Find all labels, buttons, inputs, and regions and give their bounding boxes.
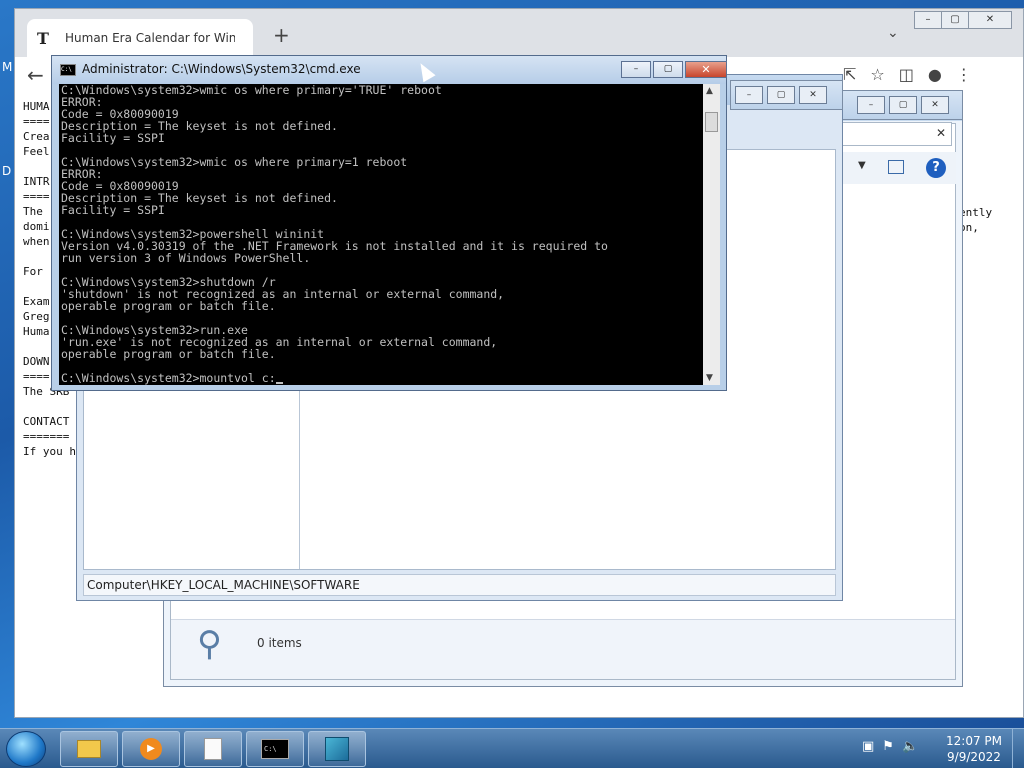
cmd-console[interactable]: C:\Windows\system32>wmic os where primar… [59,84,703,385]
maximize-button[interactable]: ▢ [889,96,917,114]
cmd-output: C:\Windows\system32>wmic os where primar… [59,84,703,384]
start-button[interactable] [6,731,46,767]
maximize-button[interactable]: ▢ [653,61,683,78]
minimize-button[interactable]: – [735,86,763,104]
taskbar-registry-editor[interactable] [308,731,366,767]
close-search-icon[interactable]: ✕ [936,126,946,140]
console-line: C:\Windows\system32>wmic os where primar… [61,155,408,169]
system-tray: ▣ ⚑ 🔈 [862,739,918,754]
window-controls-right: – ▢ ✕ [857,96,953,114]
console-line: Facility = SSPI [61,203,165,217]
cmd-app-icon: C:\ [60,64,76,76]
new-tab-button[interactable]: + [273,23,290,47]
show-desktop-button[interactable] [1012,729,1024,768]
profile-icon[interactable]: ● [928,65,942,84]
clock-time: 12:07 PM [946,734,1002,748]
action-center-flag-icon[interactable]: ⚑ [882,739,894,754]
cmd-window: C:\ Administrator: C:\Windows\System32\c… [51,55,727,391]
tab-title: Human Era Calendar for Windows [65,31,235,45]
console-line: C:\Windows\system32>wmic os where primar… [61,84,442,97]
network-icon[interactable]: ▣ [862,739,874,754]
chrome-tabstrip: T Human Era Calendar for Windows + ⌄ – ▢… [15,9,1023,57]
scroll-up-arrow-icon[interactable]: ▲ [706,86,713,96]
tab-search-chevron-icon[interactable]: ⌄ [887,25,899,41]
toolbar-icons: ⇱ ☆ ◫ ● ⋮ [843,65,972,84]
taskbar-windows-explorer[interactable] [60,731,118,767]
console-line: operable program or batch file. [61,347,276,361]
console-line: run version 3 of Windows PowerShell. [61,251,311,265]
maximize-button[interactable]: ▢ [941,11,969,29]
tab-favicon: T [37,28,49,48]
cmd-window-controls: – ▢ ✕ [621,61,729,78]
close-button[interactable]: ✕ [685,61,727,78]
taskbar-media-player[interactable]: ▶ [122,731,180,767]
close-button[interactable]: ✕ [921,96,949,114]
window-titlebar-right[interactable]: – ▢ ✕ [836,90,963,120]
preview-pane-icon[interactable] [888,160,904,174]
items-count-label: 0 items [257,636,302,650]
taskbar: ▶ C:\ ▣ ⚑ 🔈 12:07 PM 9/9/2022 [0,728,1024,768]
minimize-button[interactable]: – [621,61,651,78]
volume-icon[interactable]: 🔈 [902,739,918,754]
command-prompt-icon: C:\ [261,739,289,759]
explorer-status-area: ⚲ 0 items [171,619,955,679]
desktop-label-m: M [2,60,13,74]
console-line: C:\Windows\system32>mountvol c: [61,372,703,384]
page-text-right-fragment: ently on, [959,206,993,234]
regedit-status-path: Computer\HKEY_LOCAL_MACHINE\SOFTWARE [83,574,836,596]
chrome-tab-active[interactable]: T Human Era Calendar for Windows [27,19,253,57]
dropdown-arrow-icon[interactable]: ▼ [858,160,866,171]
scroll-thumb[interactable] [705,112,718,132]
cmd-scrollbar[interactable]: ▲ ▼ [703,84,720,385]
menu-icon[interactable]: ⋮ [956,65,972,84]
close-button[interactable]: ✕ [968,11,1012,29]
share-icon[interactable]: ⇱ [843,65,856,84]
clock-date: 9/9/2022 [947,750,1001,764]
sidebar-icon[interactable]: ◫ [899,65,914,84]
back-arrow-icon[interactable]: ← [27,63,44,87]
document-icon [204,738,222,760]
console-line: Facility = SSPI [61,131,165,145]
text-cursor [275,382,283,384]
search-magnifier-icon: ⚲ [197,624,222,664]
cmd-window-title: Administrator: C:\Windows\System32\cmd.e… [82,62,361,76]
mmc-window-controls: – ▢ ✕ [735,86,831,104]
taskbar-command-prompt[interactable]: C:\ [246,731,304,767]
maximize-button[interactable]: ▢ [767,86,795,104]
taskbar-clock[interactable]: 12:07 PM 9/9/2022 [944,733,1004,765]
scroll-down-arrow-icon[interactable]: ▼ [706,373,713,383]
star-icon[interactable]: ☆ [870,65,884,84]
help-icon[interactable]: ? [926,158,946,178]
cmd-titlebar[interactable]: C:\ Administrator: C:\Windows\System32\c… [52,56,729,84]
taskbar-notepad[interactable] [184,731,242,767]
media-player-icon: ▶ [140,738,162,760]
mmc-titlebar[interactable]: – ▢ ✕ [730,80,843,110]
close-button[interactable]: ✕ [799,86,827,104]
chrome-window-controls: – ▢ ✕ [914,11,1012,29]
desktop-label-d: D [2,164,12,178]
help-toolbar: ▼ ? [836,152,956,184]
minimize-button[interactable]: – [914,11,942,29]
console-line: operable program or batch file. [61,299,276,313]
folder-icon [77,740,101,758]
search-field[interactable] [836,122,952,146]
registry-editor-icon [325,737,349,761]
minimize-button[interactable]: – [857,96,885,114]
